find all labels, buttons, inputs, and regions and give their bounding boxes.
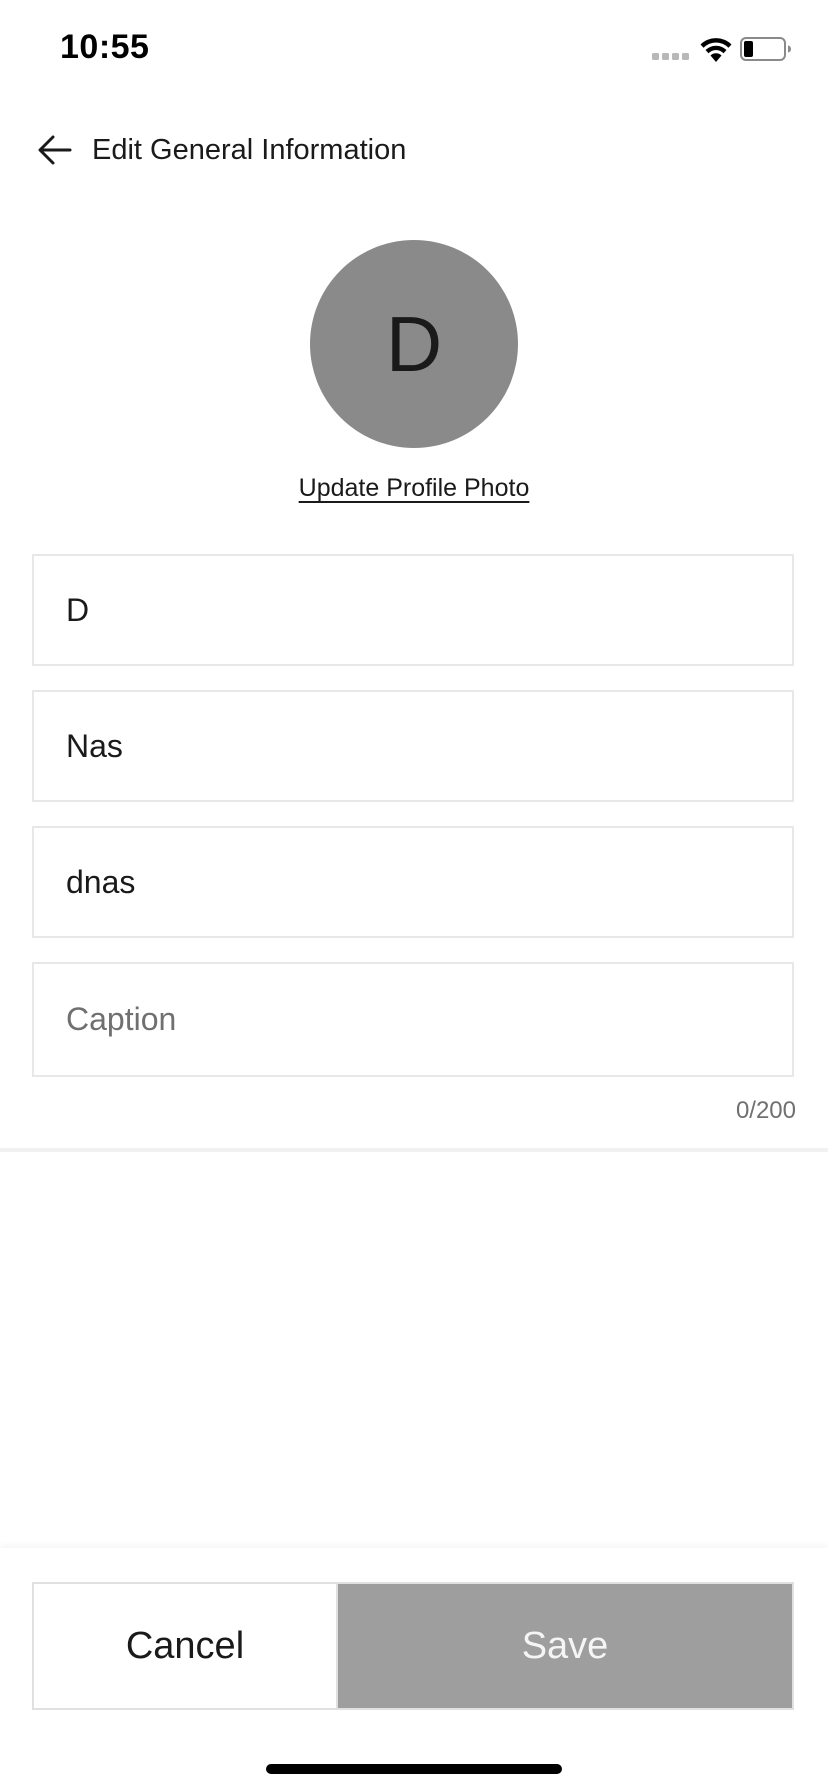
first-name-input[interactable] <box>34 556 792 664</box>
first-name-field <box>32 554 794 666</box>
caption-field <box>32 962 794 1077</box>
username-field <box>32 826 794 938</box>
save-button[interactable]: Save <box>338 1582 794 1710</box>
status-bar: 10:55 <box>0 0 828 100</box>
caption-input[interactable] <box>34 964 792 1075</box>
last-name-field <box>32 690 794 802</box>
update-profile-photo-link[interactable]: Update Profile Photo <box>299 474 530 502</box>
cellular-signal-icon <box>652 53 689 60</box>
update-profile-photo-container: Update Profile Photo <box>0 474 828 503</box>
cancel-button[interactable]: Cancel <box>32 1582 338 1710</box>
caption-char-counter: 0/200 <box>735 1097 796 1124</box>
header: Edit General Information <box>0 110 828 190</box>
battery-icon <box>740 37 791 61</box>
page-title: Edit General Information <box>92 134 407 166</box>
home-indicator <box>266 1764 562 1774</box>
last-name-input[interactable] <box>34 692 792 800</box>
status-time: 10:55 <box>60 28 150 66</box>
section-divider <box>0 1148 828 1152</box>
username-input[interactable] <box>34 828 792 936</box>
wifi-icon <box>700 38 732 62</box>
arrow-left-icon[interactable] <box>36 132 74 168</box>
avatar[interactable]: D <box>310 240 518 448</box>
